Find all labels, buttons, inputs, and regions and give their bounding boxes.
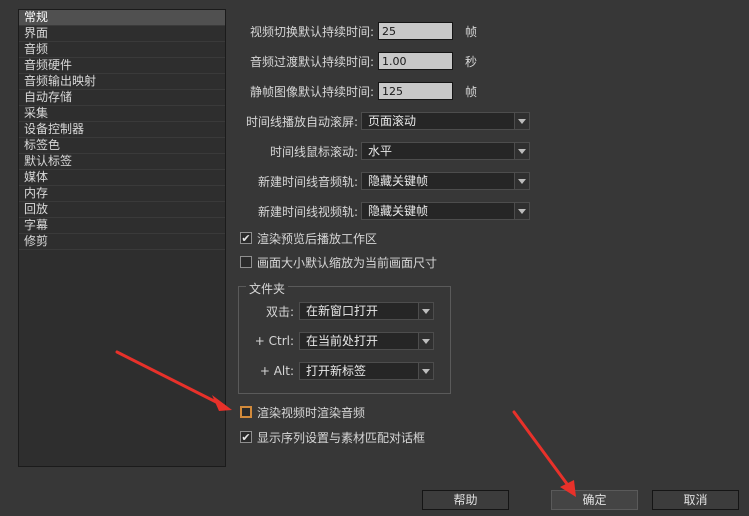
sidebar-item[interactable]: 设备控制器 [19,122,225,138]
bins-ctrl-label: + Ctrl: [254,334,294,348]
sidebar-item[interactable]: 音频硬件 [19,58,225,74]
preferences-category-list[interactable]: 常规 界面 音频 音频硬件 音频输出映射 自动存储 采集 设备控制器 标签色 默认标签 媒体 内存 回放… [18,9,226,467]
timeline-autoscroll-label: 时间线播放自动滚屏: [245,114,358,129]
sidebar-item[interactable]: 修剪 [19,234,225,250]
checkmark-icon: ✔ [241,430,251,444]
timeline-mouse-scroll-dropdown[interactable]: 水平 [361,142,530,160]
timeline-autoscroll-value: 页面滚动 [368,114,417,128]
video-transition-unit: 帧 [465,24,478,39]
sidebar-item[interactable]: 字幕 [19,218,225,234]
chevron-down-icon[interactable] [514,203,529,219]
show-sequence-dialog-option[interactable]: ✔ 显示序列设置与素材匹配对话框 [240,428,425,446]
show-sequence-dialog-label: 显示序列设置与素材匹配对话框 [257,430,426,445]
bins-ctrl-dropdown[interactable]: 在当前处打开 [299,332,434,350]
new-audio-tracks-row: 新建时间线音频轨: 隐藏关键帧 [238,170,530,192]
bins-double-click-dropdown[interactable]: 在新窗口打开 [299,302,434,320]
play-work-area-label: 渲染预览后播放工作区 [257,231,378,246]
bins-alt-value: 打开新标签 [306,364,367,378]
new-audio-tracks-dropdown[interactable]: 隐藏关键帧 [361,172,530,190]
play-work-area-checkbox[interactable]: ✔ [240,232,252,244]
bins-double-click-label: 双击: [265,304,294,319]
video-transition-row: 视频切换默认持续时间: 帧 [238,20,477,42]
timeline-autoscroll-row: 时间线播放自动滚屏: 页面滚动 [238,110,530,132]
audio-transition-row: 音频过渡默认持续时间: 秒 [238,50,477,72]
chevron-down-icon[interactable] [514,173,529,189]
chevron-down-icon[interactable] [514,113,529,129]
audio-transition-label: 音频过渡默认持续时间: [249,54,374,69]
still-image-input[interactable] [378,82,453,100]
checkmark-icon: ✔ [241,231,251,245]
still-image-label: 静帧图像默认持续时间: [249,84,374,99]
bins-ctrl-row: + Ctrl: 在当前处打开 [246,330,434,352]
still-image-unit: 帧 [465,84,478,99]
sidebar-item[interactable]: 音频输出映射 [19,74,225,90]
sidebar-item[interactable]: 音频 [19,42,225,58]
new-audio-tracks-value: 隐藏关键帧 [368,174,429,188]
sidebar-item[interactable]: 自动存储 [19,90,225,106]
sidebar-item[interactable]: 回放 [19,202,225,218]
show-sequence-dialog-checkbox[interactable]: ✔ [240,431,252,443]
render-audio-option[interactable]: 渲染视频时渲染音频 [240,403,365,421]
default-scale-label: 画面大小默认缩放为当前画面尺寸 [257,255,438,270]
render-audio-checkbox[interactable] [240,406,252,418]
help-button[interactable]: 帮助 [422,490,509,510]
chevron-down-icon[interactable] [418,363,433,379]
default-scale-option[interactable]: 画面大小默认缩放为当前画面尺寸 [240,253,437,271]
bins-ctrl-value: 在当前处打开 [306,334,379,348]
timeline-autoscroll-dropdown[interactable]: 页面滚动 [361,112,530,130]
sidebar-item[interactable]: 界面 [19,26,225,42]
bins-group-title: 文件夹 [246,280,289,297]
new-video-tracks-row: 新建时间线视频轨: 隐藏关键帧 [238,200,530,222]
video-transition-input[interactable] [378,22,453,40]
cancel-button[interactable]: 取消 [652,490,739,510]
new-video-tracks-value: 隐藏关键帧 [368,204,429,218]
bins-double-click-row: 双击: 在新窗口打开 [246,300,434,322]
sidebar-item[interactable]: 默认标签 [19,154,225,170]
play-work-area-option[interactable]: ✔ 渲染预览后播放工作区 [240,229,377,247]
chevron-down-icon[interactable] [514,143,529,159]
audio-transition-unit: 秒 [465,54,478,69]
bins-double-click-value: 在新窗口打开 [306,304,379,318]
still-image-row: 静帧图像默认持续时间: 帧 [238,80,477,102]
sidebar-item[interactable]: 标签色 [19,138,225,154]
sidebar-item[interactable]: 内存 [19,186,225,202]
timeline-mouse-scroll-label: 时间线鼠标滚动: [269,144,358,159]
video-transition-label: 视频切换默认持续时间: [249,24,374,39]
sidebar-item[interactable]: 媒体 [19,170,225,186]
new-audio-tracks-label: 新建时间线音频轨: [257,174,358,189]
chevron-down-icon[interactable] [418,303,433,319]
timeline-mouse-scroll-row: 时间线鼠标滚动: 水平 [238,140,530,162]
bins-alt-row: + Alt: 打开新标签 [246,360,434,382]
new-video-tracks-label: 新建时间线视频轨: [257,204,358,219]
bins-alt-dropdown[interactable]: 打开新标签 [299,362,434,380]
chevron-down-icon[interactable] [418,333,433,349]
bins-alt-label: + Alt: [259,364,294,378]
annotation-arrow-ok [512,410,572,490]
sidebar-item[interactable]: 常规 [19,10,225,26]
ok-button[interactable]: 确定 [551,490,638,510]
audio-transition-input[interactable] [378,52,453,70]
default-scale-checkbox[interactable] [240,256,252,268]
timeline-mouse-scroll-value: 水平 [368,144,393,158]
new-video-tracks-dropdown[interactable]: 隐藏关键帧 [361,202,530,220]
sidebar-item[interactable]: 采集 [19,106,225,122]
render-audio-label: 渲染视频时渲染音频 [257,405,366,420]
